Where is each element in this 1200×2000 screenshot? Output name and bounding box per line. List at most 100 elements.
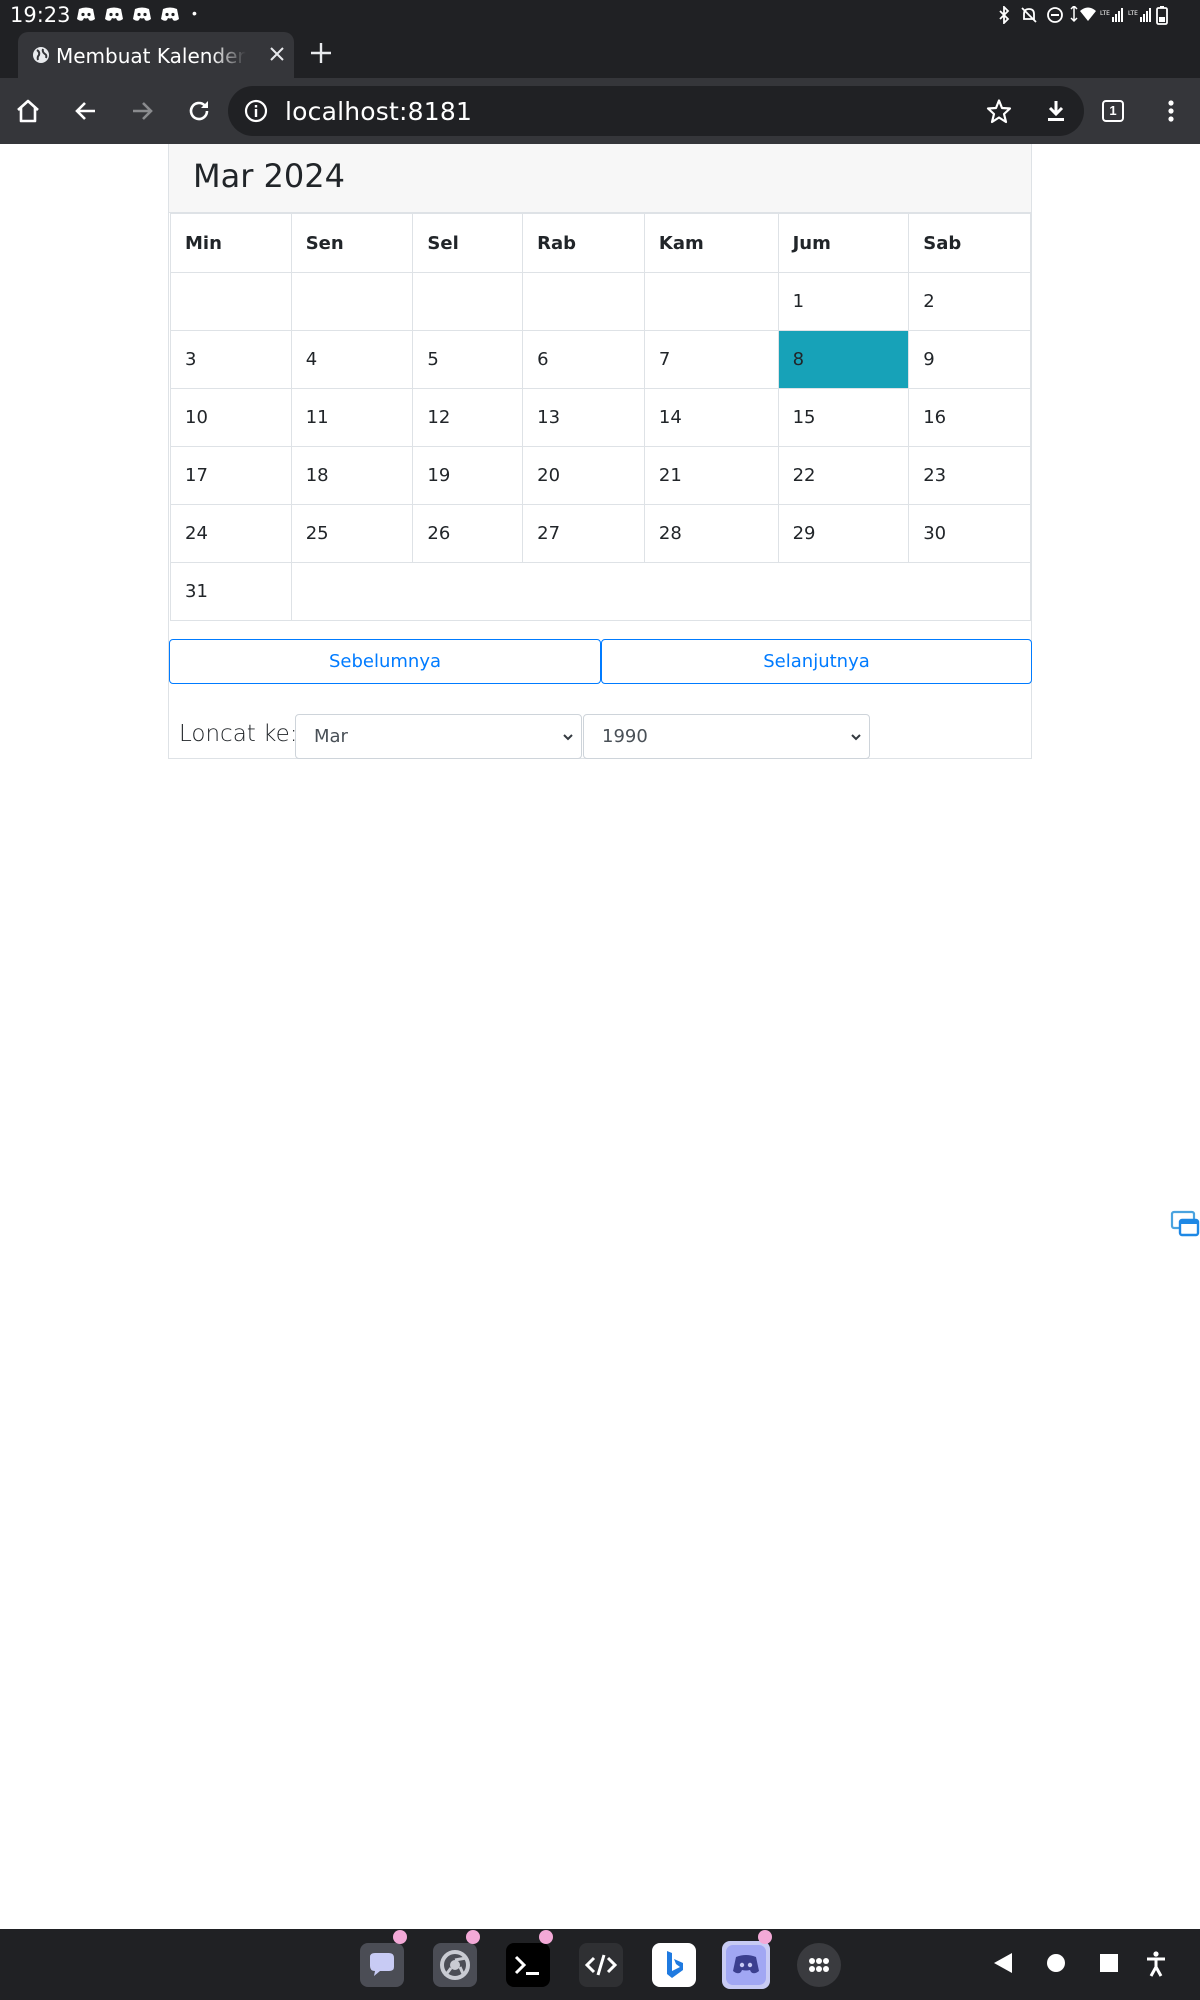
week-row: 3 4 5 6 7 8 9 xyxy=(170,330,1031,389)
weekday-header: Sab xyxy=(908,213,1031,273)
weekday-header: Kam xyxy=(643,213,779,273)
terminal-icon[interactable] xyxy=(506,1943,550,1987)
today-cell[interactable]: 8 xyxy=(777,330,910,389)
star-icon[interactable] xyxy=(986,98,1012,124)
next-month-button[interactable]: Selanjutnya xyxy=(601,639,1032,684)
day-cell[interactable]: 20 xyxy=(522,446,645,505)
day-cell[interactable]: 1 xyxy=(777,272,910,331)
day-cell[interactable]: 19 xyxy=(412,446,524,505)
notification-badge xyxy=(466,1930,480,1944)
bing-logo-icon xyxy=(667,1951,683,1978)
day-cell[interactable]: 29 xyxy=(777,504,910,563)
menu-button[interactable] xyxy=(1155,95,1187,127)
day-cell[interactable]: 11 xyxy=(290,388,414,447)
day-cell[interactable]: 13 xyxy=(522,388,645,447)
app-drawer-icon[interactable] xyxy=(797,1943,841,1987)
back-icon[interactable] xyxy=(992,1951,1014,1975)
chat-app-icon[interactable] xyxy=(360,1943,404,1987)
chrome-icon[interactable] xyxy=(433,1943,477,1987)
back-button[interactable] xyxy=(70,95,102,127)
bing-icon[interactable] xyxy=(652,1943,696,1987)
reload-button[interactable] xyxy=(183,95,215,127)
day-cell[interactable]: 16 xyxy=(908,388,1031,447)
day-cell[interactable]: 30 xyxy=(908,504,1031,563)
weekday-header: Min xyxy=(170,213,292,273)
empty-day-cell xyxy=(290,562,1032,621)
day-cell[interactable]: 22 xyxy=(777,446,910,505)
address-bar[interactable]: localhost:8181 xyxy=(228,86,1084,136)
close-icon[interactable] xyxy=(268,45,286,63)
day-cell[interactable]: 4 xyxy=(290,330,414,389)
browser-tab[interactable]: Membuat Kalender dengan xyxy=(18,32,294,78)
info-icon[interactable] xyxy=(244,99,268,123)
day-cell[interactable]: 25 xyxy=(290,504,414,563)
globe-icon xyxy=(33,47,49,63)
day-cell[interactable]: 31 xyxy=(170,562,292,621)
day-cell[interactable]: 17 xyxy=(170,446,292,505)
download-button[interactable] xyxy=(1040,95,1072,127)
speech-bubble-icon xyxy=(370,1953,394,1976)
download-icon xyxy=(1048,101,1064,121)
code-editor-icon[interactable] xyxy=(579,1943,623,1987)
tab-strip: Membuat Kalender dengan xyxy=(0,30,1200,78)
discord-icon xyxy=(133,7,151,21)
day-cell[interactable]: 2 xyxy=(908,272,1031,331)
empty-day-cell xyxy=(522,272,645,331)
svg-text:LTE: LTE xyxy=(1128,10,1138,17)
floating-window-icon[interactable] xyxy=(1170,1210,1200,1238)
calendar-card: Mar 2024 Min Sen Sel Rab Kam Jum Sab 1 2… xyxy=(168,144,1032,759)
chevron-down-icon xyxy=(563,734,573,741)
day-cell[interactable]: 9 xyxy=(908,330,1031,389)
day-cell[interactable]: 28 xyxy=(643,504,779,563)
status-bar: 19:23 • LTE LTE xyxy=(0,0,1200,30)
status-time: 19:23 xyxy=(10,3,71,27)
day-cell[interactable]: 18 xyxy=(290,446,414,505)
new-tab-button[interactable] xyxy=(308,40,334,66)
reload-icon xyxy=(189,101,209,121)
wifi-icon xyxy=(1070,6,1096,23)
calendar-header: Mar 2024 xyxy=(169,144,1031,213)
chevron-down-icon xyxy=(851,734,861,741)
arrow-right-icon xyxy=(133,102,153,120)
month-select[interactable]: Mar xyxy=(295,714,582,759)
jump-label: Loncat ke: xyxy=(179,721,298,747)
arrow-left-icon xyxy=(75,102,95,120)
notification-badge xyxy=(393,1930,407,1944)
day-cell[interactable]: 7 xyxy=(643,330,779,389)
notification-badge xyxy=(758,1930,772,1944)
discord-icon[interactable] xyxy=(722,1941,770,1989)
accessibility-icon[interactable] xyxy=(1145,1951,1167,1977)
notifications-off-icon xyxy=(1021,7,1037,23)
grid-dots-icon xyxy=(809,1958,829,1972)
day-cell[interactable]: 6 xyxy=(522,330,645,389)
day-cell[interactable]: 3 xyxy=(170,330,292,389)
day-cell[interactable]: 12 xyxy=(412,388,524,447)
discord-icon xyxy=(105,7,123,21)
year-select[interactable]: 1990 xyxy=(583,714,870,759)
browser-toolbar: localhost:8181 1 xyxy=(0,78,1200,144)
day-cell[interactable]: 10 xyxy=(170,388,292,447)
android-taskbar xyxy=(0,1929,1200,2000)
tab-switcher-button[interactable]: 1 xyxy=(1102,100,1124,122)
weekday-header: Rab xyxy=(522,213,645,273)
day-cell[interactable]: 21 xyxy=(643,446,779,505)
url-text[interactable]: localhost:8181 xyxy=(285,97,472,126)
forward-button[interactable] xyxy=(126,95,158,127)
empty-day-cell xyxy=(290,272,414,331)
previous-month-button[interactable]: Sebelumnya xyxy=(169,639,601,684)
weekday-header-row: Min Sen Sel Rab Kam Jum Sab xyxy=(170,213,1031,273)
day-cell[interactable]: 5 xyxy=(412,330,524,389)
home-button[interactable] xyxy=(12,95,44,127)
calendar-table: Min Sen Sel Rab Kam Jum Sab 1 2 3 4 5 6 … xyxy=(170,213,1032,621)
signal-lte-icon: LTE xyxy=(1100,8,1123,22)
recents-icon[interactable] xyxy=(1098,1951,1120,1975)
home-icon xyxy=(17,99,39,123)
day-cell[interactable]: 26 xyxy=(412,504,524,563)
bluetooth-icon xyxy=(999,6,1010,24)
day-cell[interactable]: 23 xyxy=(908,446,1031,505)
home-icon[interactable] xyxy=(1045,1951,1067,1975)
day-cell[interactable]: 15 xyxy=(777,388,910,447)
day-cell[interactable]: 27 xyxy=(522,504,645,563)
day-cell[interactable]: 24 xyxy=(170,504,292,563)
day-cell[interactable]: 14 xyxy=(643,388,779,447)
